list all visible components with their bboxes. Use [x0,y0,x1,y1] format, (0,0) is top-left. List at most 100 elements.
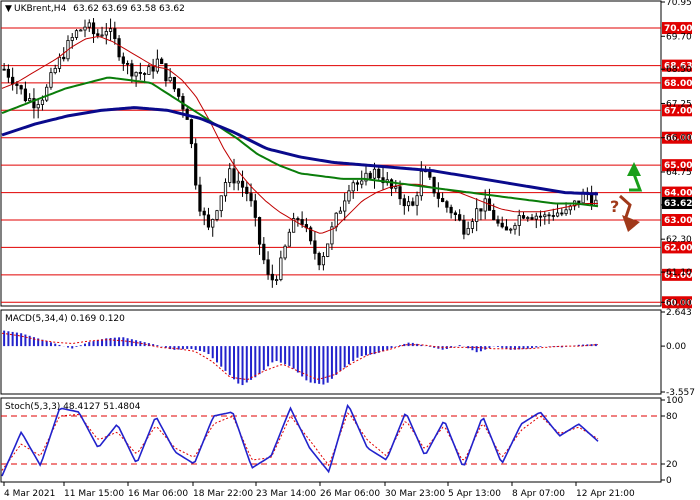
time-tick-label: 4 Mar 2021 [4,489,55,499]
candle-body [377,168,381,179]
candle-body [143,73,147,75]
candle-body [411,201,415,206]
price-tick-label: 66.00 [666,134,692,144]
candle-body [526,217,530,219]
candle-body [206,214,211,228]
candle-body [458,214,462,221]
candle-body [91,22,96,35]
candle-body [326,243,330,257]
chart-header: UKBrent,H4 63.62 63.69 63.58 63.62 [14,4,185,14]
price-tick-label: 67.25 [666,99,692,109]
candle [194,138,198,190]
candle-body [594,199,598,206]
macd-tick-label: 0.00 [666,342,686,352]
level-label: 63.00 [664,216,692,226]
candle-body [228,168,232,183]
candle-body [441,198,445,203]
candle-body [470,221,475,229]
candle-body [262,243,266,261]
candle-body [449,206,453,214]
candle-body [57,56,62,69]
candle-body [164,63,168,82]
candle-body [555,212,560,217]
candle [215,209,219,222]
candle [185,107,189,120]
price-tick-label: 61.10 [666,268,692,278]
price-panel [0,0,662,307]
ohlc-values: 63.62 63.69 63.58 63.62 [73,4,185,14]
stoch-tick-label: 0 [666,476,672,486]
question-mark: ? [610,197,619,216]
stoch-tick-label: 20 [666,460,678,470]
candle-body [96,33,100,36]
candle-body [283,245,287,259]
candle-body [11,76,15,85]
candle-body [560,212,564,215]
candle-body [6,68,10,78]
candle-body [160,58,164,65]
candle-body [406,201,411,207]
candle-body [496,219,500,224]
candle-body [257,217,262,245]
macd-tick-label: 2.643 [666,308,692,318]
candle-body [466,228,470,235]
candle-body [432,176,436,194]
candle-body [372,168,377,179]
candle-body [436,192,440,199]
candle-body [274,279,279,281]
candle-body [40,99,45,105]
candle-body [266,259,270,275]
candle-body [534,215,538,220]
candle-body [300,219,304,225]
chart-title-arrow-icon: ▼ [5,4,12,14]
candle [117,35,121,61]
candle-body [517,215,521,226]
candle-body [313,240,317,254]
candle-body [398,186,402,200]
candle-body [117,38,121,58]
macd-header: MACD(5,34,4) 0.169 0.120 [5,314,125,324]
candle-body [270,273,274,281]
stoch-header: Stoch(5,3,3) 48.4127 51.4804 [5,402,141,412]
candle-body [500,222,504,228]
candle-body [121,56,125,64]
candle-body [138,71,142,74]
time-tick-label: 26 Mar 06:00 [320,489,380,499]
candle-body [236,180,240,184]
price-tick-label: 64.75 [666,168,692,178]
candle-body [2,68,6,71]
candle-body [394,186,398,189]
candle-body [134,71,138,77]
candle-body [547,214,551,217]
candle-body [194,143,198,186]
time-axis: 4 Mar 2021 11 Mar 15:00 16 Mar 06:00 18 Mar… [3,482,635,499]
candle-body [87,22,91,28]
candle-body [355,182,360,185]
candle-body [338,210,343,214]
candle [326,243,330,258]
price-tick-label: 62.30 [666,235,692,245]
candle-body [53,67,57,74]
candle-body [155,58,159,72]
candle-body [360,180,364,185]
time-tick-label: 23 Mar 14:00 [256,489,316,499]
candle-body [321,256,326,266]
candle [189,118,194,149]
candle-body [317,252,321,266]
candle-body [530,217,534,220]
forex-chart: 70.0068.6368.0067.0066.0065.0064.0063.00… [0,0,695,499]
candle-body [492,209,496,221]
candle-body [15,83,19,86]
candle-body [177,88,181,97]
price-tick-label: 68.50 [666,65,692,75]
candle-body [100,34,104,37]
candle-body [462,219,466,235]
current-price-label: 63.62 [664,199,692,209]
candle-body [296,218,300,220]
time-tick-label: 11 Mar 15:00 [64,489,124,499]
candle-body [83,26,87,31]
candle-body [551,215,555,217]
candle-body [521,215,526,219]
candle-body [223,182,228,197]
stoch-tick-label: 100 [666,396,683,406]
